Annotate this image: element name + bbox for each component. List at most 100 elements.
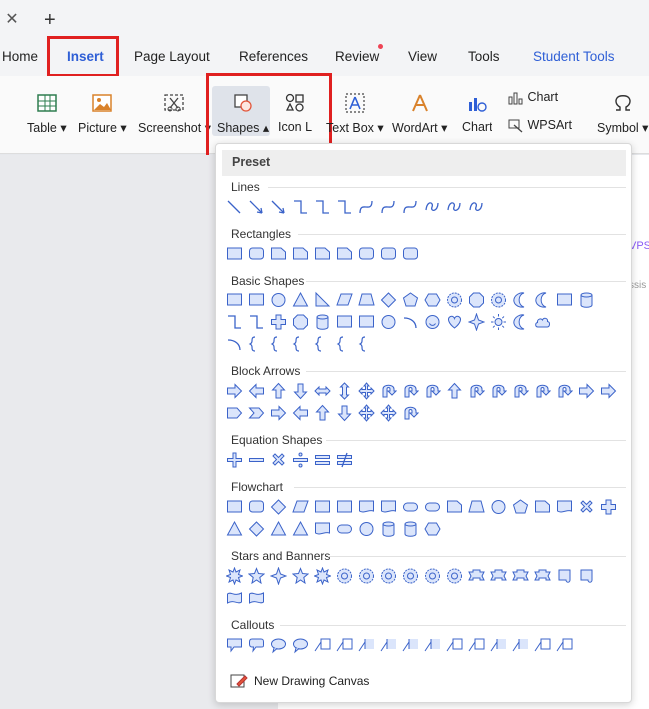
elbow-shape-icon[interactable] — [336, 198, 353, 216]
rrect-shape-icon[interactable] — [380, 245, 397, 263]
arrow-u-shape-icon[interactable] — [446, 382, 463, 400]
star4-shape-icon[interactable] — [270, 567, 287, 585]
wpsart-button[interactable]: WPSArt — [508, 118, 572, 133]
curve-shape-icon[interactable] — [402, 198, 419, 216]
snip-shape-icon[interactable] — [446, 498, 463, 516]
badge-shape-icon[interactable] — [336, 567, 353, 585]
doc-shape-icon[interactable] — [314, 520, 331, 538]
diamond-shape-icon[interactable] — [248, 520, 265, 538]
elbow-shape-icon[interactable] — [292, 198, 309, 216]
bracket-shape-icon[interactable] — [358, 335, 375, 353]
arrow-l-shape-icon[interactable] — [292, 404, 309, 422]
snip-shape-icon[interactable] — [292, 245, 309, 263]
close-tab-icon[interactable]: ✕ — [4, 12, 20, 28]
menu-view[interactable]: View — [408, 49, 437, 64]
uturn-shape-icon[interactable] — [556, 382, 573, 400]
badge-shape-icon[interactable] — [446, 567, 463, 585]
call-bar-shape-icon[interactable] — [490, 636, 507, 654]
arrow4-shape-icon[interactable] — [358, 382, 375, 400]
rect-shape-icon[interactable] — [226, 498, 243, 516]
menu-page-layout[interactable]: Page Layout — [134, 49, 210, 64]
rtri-shape-icon[interactable] — [314, 291, 331, 309]
call-bar-shape-icon[interactable] — [512, 636, 529, 654]
text-box-button[interactable]: Text Box ▾ — [326, 92, 384, 135]
uturn-shape-icon[interactable] — [402, 382, 419, 400]
call-line-shape-icon[interactable] — [468, 636, 485, 654]
arc-shape-icon[interactable] — [226, 335, 243, 353]
menu-student-tools[interactable]: Student Tools — [533, 49, 615, 64]
arrow-d-shape-icon[interactable] — [336, 404, 353, 422]
arrow-r-shape-icon[interactable] — [578, 382, 595, 400]
rrect-shape-icon[interactable] — [248, 245, 265, 263]
scribble-shape-icon[interactable] — [424, 198, 441, 216]
snip-shape-icon[interactable] — [336, 245, 353, 263]
circle-shape-icon[interactable] — [380, 313, 397, 331]
smiley-shape-icon[interactable] — [424, 313, 441, 331]
doc-shape-icon[interactable] — [556, 498, 573, 516]
equal-shape-icon[interactable] — [314, 451, 331, 469]
arrow4-shape-icon[interactable] — [358, 404, 375, 422]
elbow-shape-icon[interactable] — [226, 313, 243, 331]
call-oval-shape-icon[interactable] — [292, 636, 309, 654]
circle-shape-icon[interactable] — [270, 291, 287, 309]
doc-shape-icon[interactable] — [380, 498, 397, 516]
uturn-shape-icon[interactable] — [490, 382, 507, 400]
badge-shape-icon[interactable] — [424, 567, 441, 585]
not-eq-shape-icon[interactable] — [336, 451, 353, 469]
rrect-shape-icon[interactable] — [402, 245, 419, 263]
arrow-d-shape-icon[interactable] — [292, 382, 309, 400]
badge-shape-icon[interactable] — [490, 291, 507, 309]
plus-shape-icon[interactable] — [600, 498, 617, 516]
diamond-shape-icon[interactable] — [380, 291, 397, 309]
bracket-shape-icon[interactable] — [270, 335, 287, 353]
rect-shape-icon[interactable] — [556, 291, 573, 309]
elbow-shape-icon[interactable] — [248, 313, 265, 331]
uturn-shape-icon[interactable] — [534, 382, 551, 400]
rect-shape-icon[interactable] — [226, 245, 243, 263]
uturn-shape-icon[interactable] — [402, 404, 419, 422]
snip-shape-icon[interactable] — [270, 245, 287, 263]
call-round-shape-icon[interactable] — [248, 636, 265, 654]
arrow-u-d-shape-icon[interactable] — [336, 382, 353, 400]
oct-shape-icon[interactable] — [468, 291, 485, 309]
rect-shape-icon[interactable] — [336, 498, 353, 516]
arrow-u-shape-icon[interactable] — [270, 382, 287, 400]
tri-shape-icon[interactable] — [226, 520, 243, 538]
moon-shape-icon[interactable] — [512, 291, 529, 309]
pent-shape-icon[interactable] — [402, 291, 419, 309]
trap-shape-icon[interactable] — [358, 291, 375, 309]
pent-arrow-shape-icon[interactable] — [226, 404, 243, 422]
star5-shape-icon[interactable] — [248, 567, 265, 585]
badge-shape-icon[interactable] — [402, 567, 419, 585]
can-shape-icon[interactable] — [314, 313, 331, 331]
arc-shape-icon[interactable] — [402, 313, 419, 331]
arrow4-shape-icon[interactable] — [380, 404, 397, 422]
arrow-r-shape-icon[interactable] — [600, 382, 617, 400]
moon-shape-icon[interactable] — [512, 313, 529, 331]
snip-shape-icon[interactable] — [314, 245, 331, 263]
trap-shape-icon[interactable] — [468, 498, 485, 516]
arrow-u-shape-icon[interactable] — [314, 404, 331, 422]
symbol-button[interactable]: Symbol ▾ — [597, 92, 648, 135]
minus-shape-icon[interactable] — [248, 451, 265, 469]
screenshot-button[interactable]: Screenshot ▾ — [138, 92, 211, 135]
call-rect-shape-icon[interactable] — [226, 636, 243, 654]
arrow-l-shape-icon[interactable] — [248, 382, 265, 400]
rect-shape-icon[interactable] — [314, 498, 331, 516]
wordart-button[interactable]: WordArt ▾ — [392, 92, 447, 135]
can-shape-icon[interactable] — [402, 520, 419, 538]
term-shape-icon[interactable] — [424, 498, 441, 516]
call-line-shape-icon[interactable] — [336, 636, 353, 654]
rect-shape-icon[interactable] — [336, 313, 353, 331]
term-shape-icon[interactable] — [402, 498, 419, 516]
cloud-shape-icon[interactable] — [534, 313, 551, 331]
uturn-shape-icon[interactable] — [512, 382, 529, 400]
wave-shape-icon[interactable] — [226, 589, 243, 607]
call-line-shape-icon[interactable] — [446, 636, 463, 654]
arrow-r-shape-icon[interactable] — [270, 404, 287, 422]
tri-shape-icon[interactable] — [292, 291, 309, 309]
term-shape-icon[interactable] — [336, 520, 353, 538]
scroll-shape-icon[interactable] — [578, 567, 595, 585]
new-tab-button[interactable]: + — [44, 9, 56, 32]
rrect-shape-icon[interactable] — [248, 498, 265, 516]
